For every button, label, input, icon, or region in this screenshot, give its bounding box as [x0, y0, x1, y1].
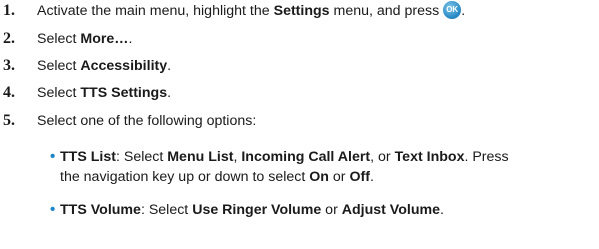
ok-key-icon: OK	[443, 1, 462, 20]
option-text-part: : Select	[115, 149, 168, 165]
option-text-part: .	[369, 169, 374, 185]
option-text-part: , or	[370, 149, 395, 165]
option-title: TTS List	[60, 149, 116, 165]
option-text-part: or	[321, 202, 342, 218]
instruction-page: 1. Activate the main menu, highlight the…	[0, 0, 599, 249]
step-number: 1.	[3, 2, 15, 19]
option-text: TTS Volume: Select Use Ringer Volume or …	[60, 201, 444, 219]
step-text-part: Select	[37, 31, 81, 47]
option-text-part: .	[440, 202, 444, 218]
step-text-part: Select	[37, 58, 81, 74]
step-number: 2.	[3, 30, 15, 47]
step-text-part: .	[461, 3, 466, 19]
option-title: TTS Volume	[60, 202, 141, 218]
menu-list-label: Menu List	[167, 149, 234, 165]
step-number: 3.	[3, 57, 15, 74]
step-text: Select More….	[37, 30, 132, 48]
accessibility-menu-label: Accessibility	[80, 58, 168, 74]
step-text: Select one of the following options:	[37, 113, 257, 129]
incoming-call-alert-label: Incoming Call Alert	[241, 149, 371, 165]
settings-menu-label: Settings	[273, 3, 330, 19]
step-text: Select TTS Settings.	[37, 84, 171, 102]
option-text-part: : Select	[140, 202, 193, 218]
step-text-part: menu, and press	[329, 3, 440, 19]
step-text-part: .	[167, 58, 172, 74]
more-menu-label: More…	[80, 31, 129, 47]
bullet-icon: •	[50, 201, 56, 218]
step-number: 4.	[3, 84, 15, 101]
option-text-part: . Press	[464, 149, 509, 165]
bullet-icon: •	[50, 148, 56, 165]
off-label: Off	[349, 169, 370, 185]
on-label: On	[309, 169, 329, 185]
tts-settings-menu-label: TTS Settings	[80, 85, 168, 101]
step-text-part: .	[128, 31, 133, 47]
option-text-part: the navigation key up or down to select	[60, 169, 310, 185]
step-text-part: Activate the main menu, highlight the	[37, 3, 274, 19]
step-text: Activate the main menu, highlight the Se…	[37, 1, 466, 20]
step-number: 5.	[3, 112, 15, 129]
option-text: TTS List: Select Menu List, Incoming Cal…	[60, 148, 509, 166]
use-ringer-volume-label: Use Ringer Volume	[192, 202, 322, 218]
adjust-volume-label: Adjust Volume	[341, 202, 440, 218]
text-inbox-label: Text Inbox	[394, 149, 465, 165]
step-text: Select Accessibility.	[37, 57, 171, 75]
option-text: the navigation key up or down to select …	[60, 168, 374, 186]
option-text-part: or	[328, 169, 350, 185]
step-text-part: .	[167, 85, 172, 101]
step-text-part: Select	[37, 85, 81, 101]
